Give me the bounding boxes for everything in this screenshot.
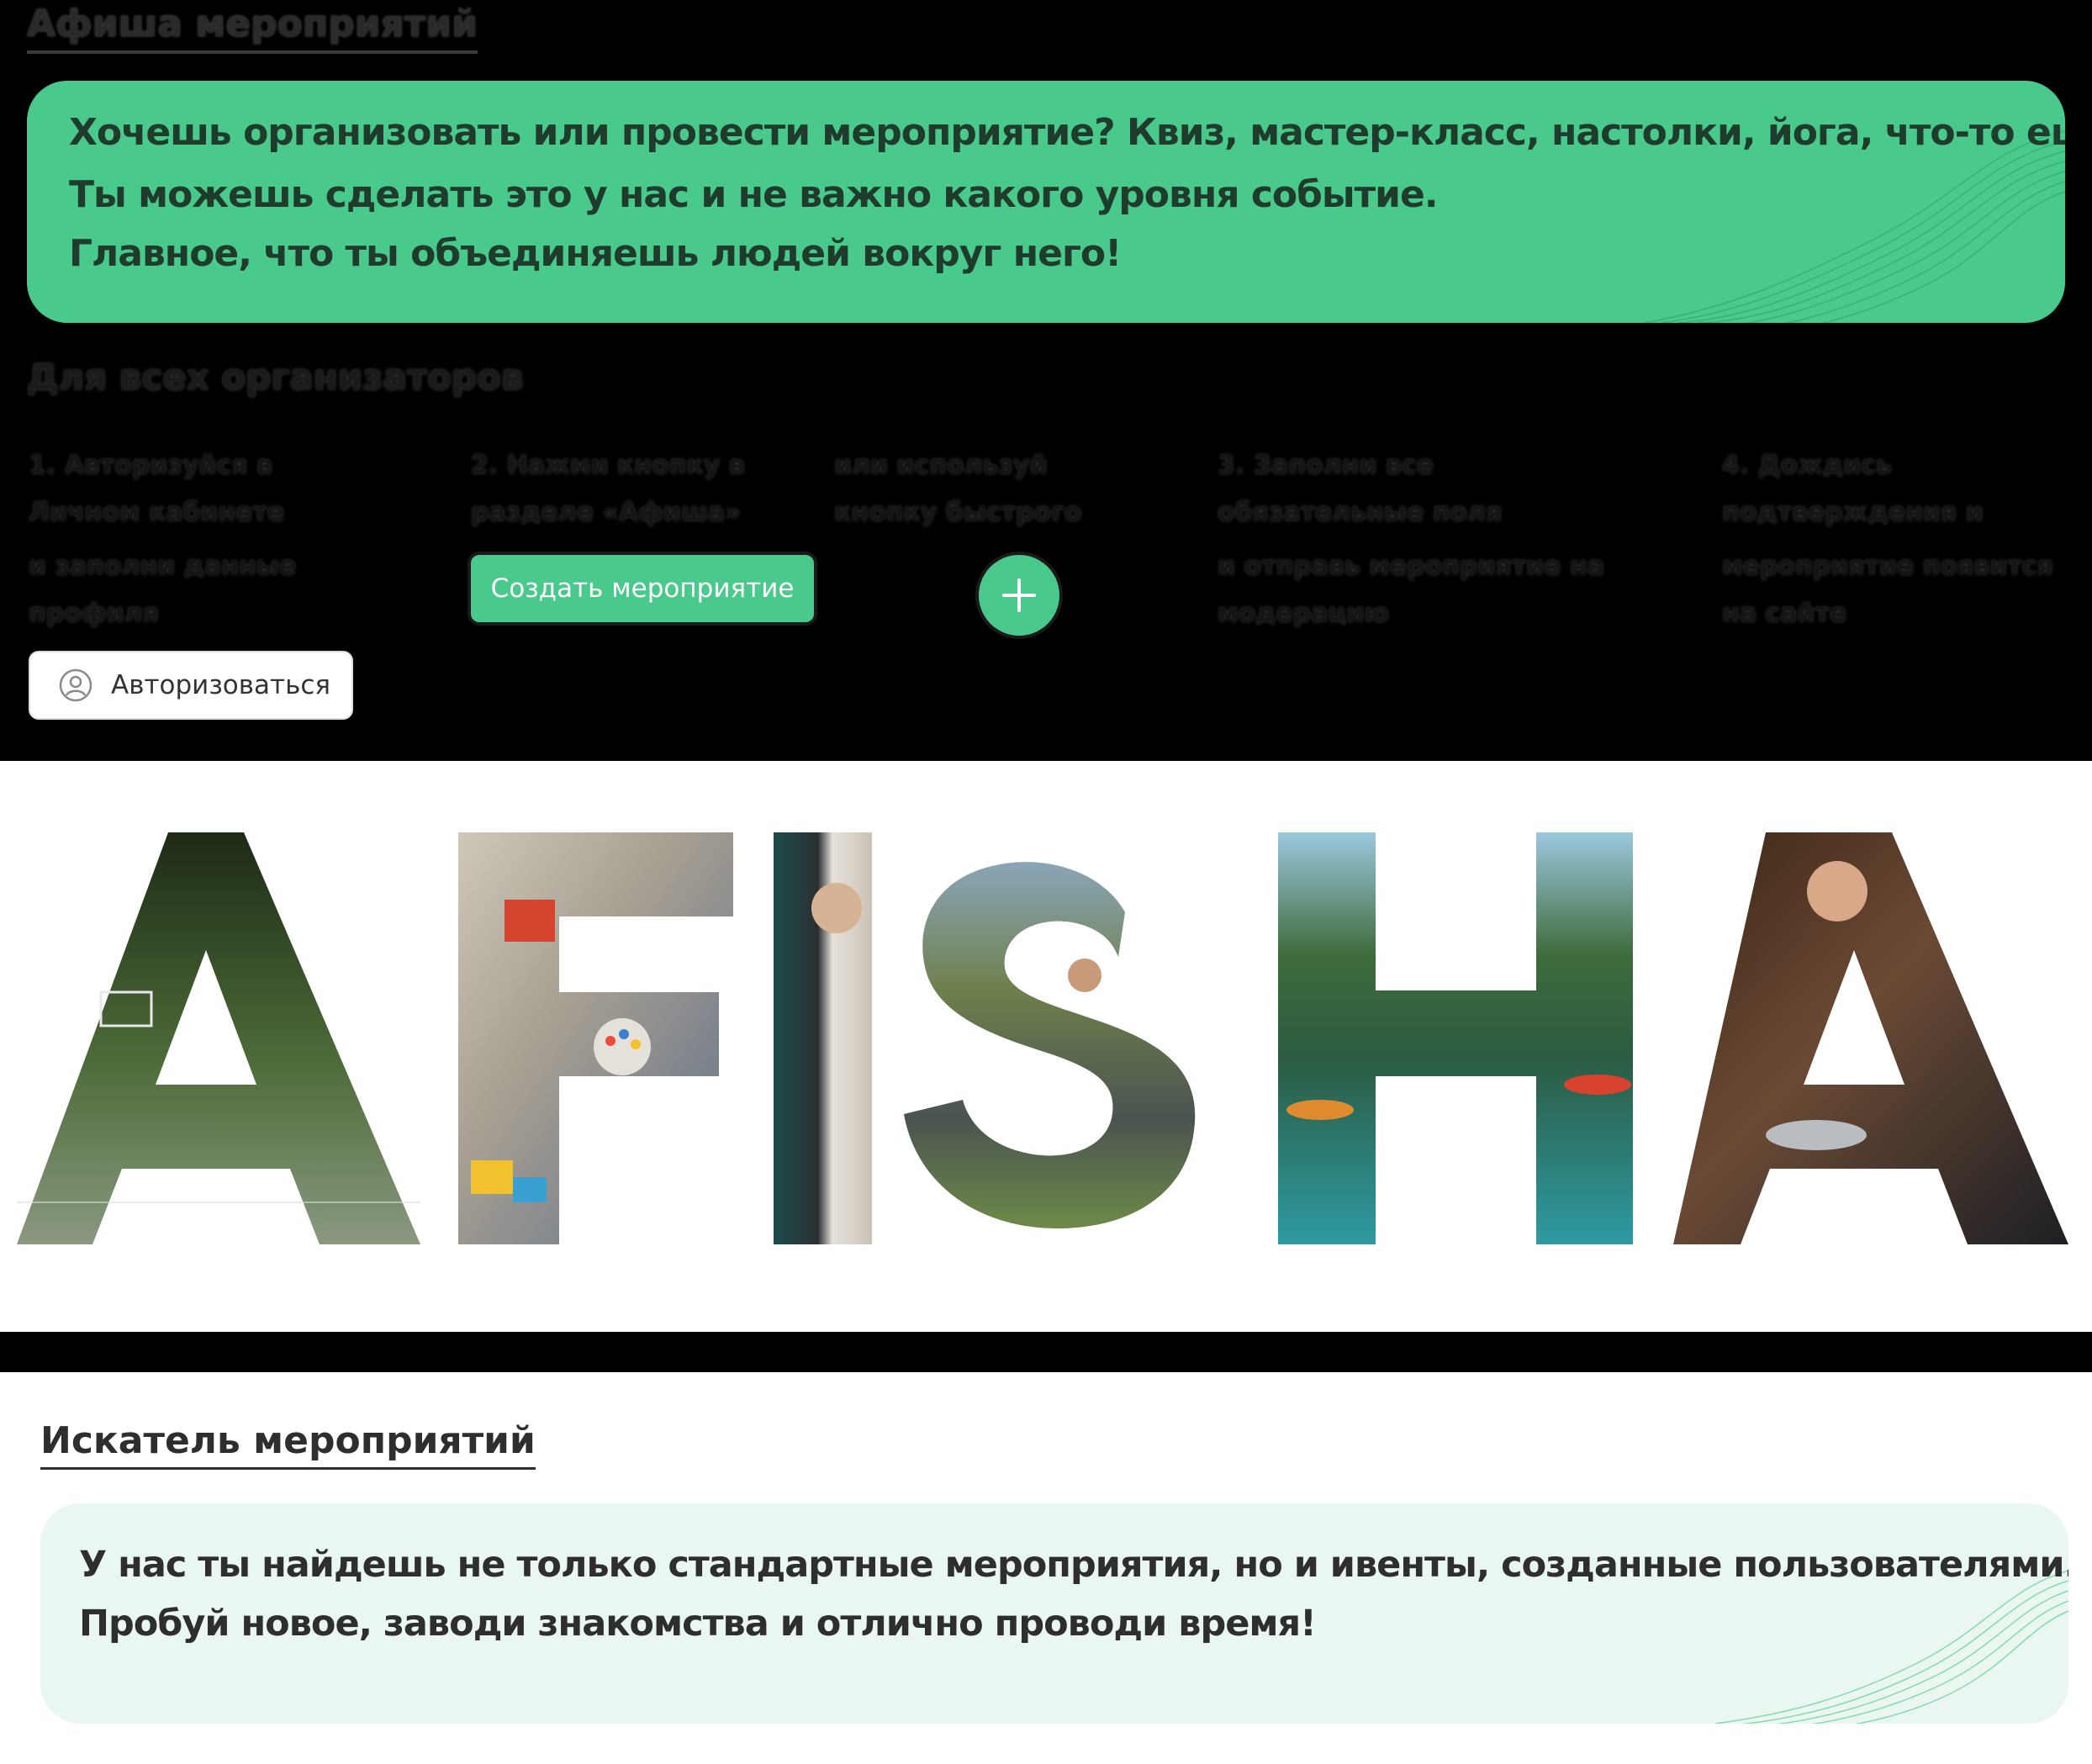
section-divider — [0, 1332, 2092, 1372]
how-to-heading: Для всех организаторов — [27, 356, 524, 398]
step-2-line-2: разделе «Афиша» — [471, 498, 742, 527]
step-3-line-3: и отправь мероприятие на — [1218, 552, 1604, 581]
step-4-line-4: на сайте — [1722, 599, 1847, 628]
organizer-card-line-1: Хочешь организовать или провести меропри… — [69, 111, 2065, 154]
letter-h-kayaking — [1278, 832, 1633, 1244]
step-1-line-1: 1. Авторизуйся в — [29, 451, 272, 480]
quick-create-button[interactable] — [979, 555, 1059, 636]
step-2b-line-1: или используй — [834, 451, 1048, 480]
afisha-collage: A — [17, 832, 2068, 1244]
step-4-line-2: подтверждения и — [1722, 498, 1984, 527]
seeker-card-line-1: У нас ты найдешь не только стандартные м… — [79, 1544, 2068, 1586]
seeker-heading: Искатель мероприятий — [40, 1418, 536, 1470]
create-event-button[interactable]: Создать мероприятие — [471, 555, 814, 622]
step-3-line-4: модерацию — [1218, 599, 1389, 628]
organizer-heading: Афиша мероприятий — [27, 0, 478, 54]
step-2-line-1: 2. Нажми кнопку в — [471, 451, 745, 480]
login-button[interactable]: Авторизоваться — [29, 651, 353, 720]
letter-a-sports — [17, 832, 420, 1244]
step-1-line-4: профиля — [29, 599, 159, 628]
letter-i-standup — [774, 832, 872, 1244]
letter-f-painting — [458, 832, 733, 1244]
decorative-waves — [1714, 1570, 2068, 1724]
organizer-card-line-2: Ты можешь сделать это у нас и не важно к… — [69, 173, 1439, 216]
organizer-info-card: Хочешь организовать или провести меропри… — [27, 81, 2065, 323]
organizer-section: Афиша мероприятий Хочешь организовать ил… — [0, 0, 2092, 761]
step-3-line-1: 3. Заполни все — [1218, 451, 1434, 480]
step-1-line-2: Личном кабинете — [29, 498, 285, 527]
letter-a-cooking — [1673, 832, 2068, 1244]
plus-icon — [1002, 578, 1036, 612]
seeker-info-card: У нас ты найдешь не только стандартные м… — [40, 1503, 2068, 1724]
step-2b-line-2: кнопку быстрого — [834, 498, 1082, 527]
seeker-card-line-2: Пробуй новое, заводи знакомства и отличн… — [79, 1603, 1317, 1645]
step-1-line-3: и заполни данные — [29, 552, 297, 581]
step-4-line-3: мероприятие появится — [1722, 552, 2053, 581]
step-4-line-1: 4. Дождись — [1722, 451, 1892, 480]
organizer-card-line-3: Главное, что ты объединяешь людей вокруг… — [69, 232, 1122, 275]
step-3-line-2: обязательные поля — [1218, 498, 1503, 527]
user-circle-icon — [59, 668, 92, 702]
letter-s-yoga — [904, 862, 1196, 1229]
login-button-label: Авторизоваться — [111, 670, 331, 700]
